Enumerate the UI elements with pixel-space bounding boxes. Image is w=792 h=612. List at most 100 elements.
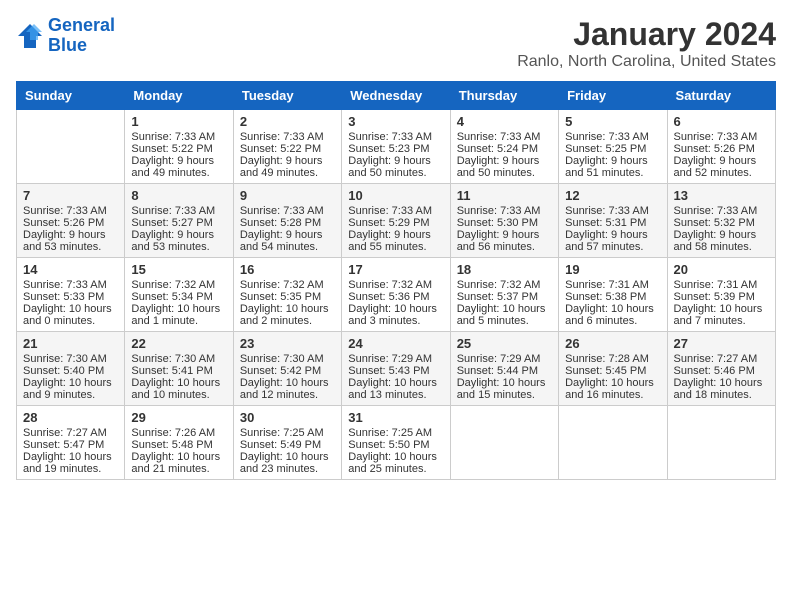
- day-number: 30: [240, 410, 335, 425]
- daylight-text: Daylight: 10 hours and 25 minutes.: [348, 451, 443, 475]
- sunrise-text: Sunrise: 7:33 AM: [23, 205, 118, 217]
- logo-line2: Blue: [48, 35, 87, 55]
- daylight-text: Daylight: 10 hours and 5 minutes.: [457, 303, 552, 327]
- daylight-text: Daylight: 10 hours and 19 minutes.: [23, 451, 118, 475]
- day-number: 7: [23, 188, 118, 203]
- weekday-header: Thursday: [450, 82, 558, 110]
- daylight-text: Daylight: 9 hours and 53 minutes.: [131, 229, 226, 253]
- calendar-day-cell: [450, 406, 558, 480]
- sunrise-text: Sunrise: 7:27 AM: [23, 427, 118, 439]
- sunrise-text: Sunrise: 7:33 AM: [240, 131, 335, 143]
- sunset-text: Sunset: 5:49 PM: [240, 439, 335, 451]
- calendar-day-cell: 24Sunrise: 7:29 AMSunset: 5:43 PMDayligh…: [342, 332, 450, 406]
- day-number: 15: [131, 262, 226, 277]
- logo-line1: General: [48, 15, 115, 35]
- weekday-header: Tuesday: [233, 82, 341, 110]
- sunrise-text: Sunrise: 7:29 AM: [348, 353, 443, 365]
- calendar-day-cell: 8Sunrise: 7:33 AMSunset: 5:27 PMDaylight…: [125, 184, 233, 258]
- sunrise-text: Sunrise: 7:30 AM: [131, 353, 226, 365]
- daylight-text: Daylight: 9 hours and 50 minutes.: [457, 155, 552, 179]
- calendar-day-cell: 21Sunrise: 7:30 AMSunset: 5:40 PMDayligh…: [17, 332, 125, 406]
- sunset-text: Sunset: 5:26 PM: [23, 217, 118, 229]
- calendar-day-cell: 18Sunrise: 7:32 AMSunset: 5:37 PMDayligh…: [450, 258, 558, 332]
- sunset-text: Sunset: 5:28 PM: [240, 217, 335, 229]
- calendar-week-row: 14Sunrise: 7:33 AMSunset: 5:33 PMDayligh…: [17, 258, 776, 332]
- day-number: 10: [348, 188, 443, 203]
- day-number: 23: [240, 336, 335, 351]
- calendar-day-cell: 31Sunrise: 7:25 AMSunset: 5:50 PMDayligh…: [342, 406, 450, 480]
- sunrise-text: Sunrise: 7:33 AM: [565, 205, 660, 217]
- day-number: 20: [674, 262, 769, 277]
- day-number: 1: [131, 114, 226, 129]
- calendar-day-cell: 16Sunrise: 7:32 AMSunset: 5:35 PMDayligh…: [233, 258, 341, 332]
- sunset-text: Sunset: 5:33 PM: [23, 291, 118, 303]
- daylight-text: Daylight: 10 hours and 16 minutes.: [565, 377, 660, 401]
- daylight-text: Daylight: 10 hours and 13 minutes.: [348, 377, 443, 401]
- day-number: 13: [674, 188, 769, 203]
- day-number: 4: [457, 114, 552, 129]
- calendar-day-cell: 7Sunrise: 7:33 AMSunset: 5:26 PMDaylight…: [17, 184, 125, 258]
- daylight-text: Daylight: 10 hours and 7 minutes.: [674, 303, 769, 327]
- sunset-text: Sunset: 5:23 PM: [348, 143, 443, 155]
- day-number: 8: [131, 188, 226, 203]
- calendar-day-cell: 5Sunrise: 7:33 AMSunset: 5:25 PMDaylight…: [559, 110, 667, 184]
- daylight-text: Daylight: 10 hours and 10 minutes.: [131, 377, 226, 401]
- day-number: 5: [565, 114, 660, 129]
- day-number: 14: [23, 262, 118, 277]
- daylight-text: Daylight: 9 hours and 49 minutes.: [131, 155, 226, 179]
- calendar-day-cell: 10Sunrise: 7:33 AMSunset: 5:29 PMDayligh…: [342, 184, 450, 258]
- calendar-day-cell: 3Sunrise: 7:33 AMSunset: 5:23 PMDaylight…: [342, 110, 450, 184]
- calendar-day-cell: 15Sunrise: 7:32 AMSunset: 5:34 PMDayligh…: [125, 258, 233, 332]
- calendar-day-cell: 20Sunrise: 7:31 AMSunset: 5:39 PMDayligh…: [667, 258, 775, 332]
- calendar-day-cell: 14Sunrise: 7:33 AMSunset: 5:33 PMDayligh…: [17, 258, 125, 332]
- sunrise-text: Sunrise: 7:33 AM: [674, 205, 769, 217]
- daylight-text: Daylight: 9 hours and 54 minutes.: [240, 229, 335, 253]
- sunrise-text: Sunrise: 7:31 AM: [674, 279, 769, 291]
- sunset-text: Sunset: 5:40 PM: [23, 365, 118, 377]
- sunset-text: Sunset: 5:38 PM: [565, 291, 660, 303]
- sunrise-text: Sunrise: 7:33 AM: [457, 131, 552, 143]
- daylight-text: Daylight: 10 hours and 2 minutes.: [240, 303, 335, 327]
- daylight-text: Daylight: 9 hours and 56 minutes.: [457, 229, 552, 253]
- sunset-text: Sunset: 5:36 PM: [348, 291, 443, 303]
- daylight-text: Daylight: 10 hours and 0 minutes.: [23, 303, 118, 327]
- sunrise-text: Sunrise: 7:33 AM: [240, 205, 335, 217]
- calendar-week-row: 21Sunrise: 7:30 AMSunset: 5:40 PMDayligh…: [17, 332, 776, 406]
- sunset-text: Sunset: 5:31 PM: [565, 217, 660, 229]
- daylight-text: Daylight: 10 hours and 3 minutes.: [348, 303, 443, 327]
- sunrise-text: Sunrise: 7:33 AM: [457, 205, 552, 217]
- day-number: 24: [348, 336, 443, 351]
- sunset-text: Sunset: 5:35 PM: [240, 291, 335, 303]
- sunset-text: Sunset: 5:32 PM: [674, 217, 769, 229]
- calendar-header-row: SundayMondayTuesdayWednesdayThursdayFrid…: [17, 82, 776, 110]
- calendar-day-cell: 12Sunrise: 7:33 AMSunset: 5:31 PMDayligh…: [559, 184, 667, 258]
- day-number: 29: [131, 410, 226, 425]
- daylight-text: Daylight: 10 hours and 15 minutes.: [457, 377, 552, 401]
- sunset-text: Sunset: 5:41 PM: [131, 365, 226, 377]
- sunrise-text: Sunrise: 7:28 AM: [565, 353, 660, 365]
- daylight-text: Daylight: 10 hours and 18 minutes.: [674, 377, 769, 401]
- daylight-text: Daylight: 10 hours and 9 minutes.: [23, 377, 118, 401]
- day-number: 11: [457, 188, 552, 203]
- calendar-day-cell: [667, 406, 775, 480]
- sunrise-text: Sunrise: 7:31 AM: [565, 279, 660, 291]
- day-number: 2: [240, 114, 335, 129]
- daylight-text: Daylight: 9 hours and 49 minutes.: [240, 155, 335, 179]
- sunset-text: Sunset: 5:42 PM: [240, 365, 335, 377]
- sunrise-text: Sunrise: 7:33 AM: [131, 131, 226, 143]
- sunset-text: Sunset: 5:50 PM: [348, 439, 443, 451]
- calendar-day-cell: 9Sunrise: 7:33 AMSunset: 5:28 PMDaylight…: [233, 184, 341, 258]
- sunrise-text: Sunrise: 7:32 AM: [240, 279, 335, 291]
- day-number: 12: [565, 188, 660, 203]
- daylight-text: Daylight: 9 hours and 52 minutes.: [674, 155, 769, 179]
- page-header: General Blue January 2024 Ranlo, North C…: [16, 16, 776, 71]
- logo-icon: [16, 22, 44, 50]
- daylight-text: Daylight: 9 hours and 50 minutes.: [348, 155, 443, 179]
- sunrise-text: Sunrise: 7:26 AM: [131, 427, 226, 439]
- day-number: 26: [565, 336, 660, 351]
- calendar-week-row: 28Sunrise: 7:27 AMSunset: 5:47 PMDayligh…: [17, 406, 776, 480]
- page-title: January 2024: [517, 16, 776, 53]
- calendar-day-cell: 2Sunrise: 7:33 AMSunset: 5:22 PMDaylight…: [233, 110, 341, 184]
- title-block: January 2024 Ranlo, North Carolina, Unit…: [517, 16, 776, 71]
- daylight-text: Daylight: 10 hours and 1 minute.: [131, 303, 226, 327]
